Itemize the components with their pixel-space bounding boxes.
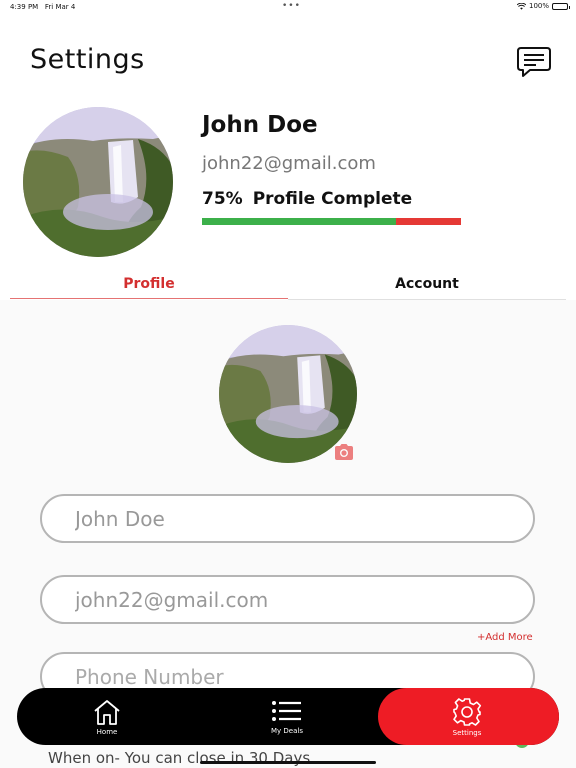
user-email: john22@gmail.com (202, 153, 376, 174)
tabbar-my-deals-label: My Deals (271, 726, 303, 735)
tabbar-settings-label: Settings (452, 728, 482, 737)
tab-profile-indicator (10, 298, 288, 299)
tabbar-home[interactable]: Home (77, 688, 137, 745)
email-field[interactable] (40, 575, 535, 624)
user-name: John Doe (202, 112, 318, 138)
chat-button[interactable] (516, 45, 552, 79)
home-icon (94, 699, 120, 725)
profile-progress-fill (202, 218, 397, 225)
add-more-link[interactable]: +Add More (477, 632, 533, 643)
page-title: Settings (30, 44, 145, 75)
wifi-icon (516, 2, 526, 10)
tab-profile[interactable]: Profile (10, 276, 288, 292)
bottom-tab-bar: Home My Deals Settings (17, 688, 559, 745)
name-field[interactable] (40, 494, 535, 543)
change-photo-button[interactable] (333, 443, 355, 461)
chat-icon (517, 47, 551, 77)
list-icon (272, 700, 301, 721)
multitasking-dots-icon[interactable]: ••• (282, 1, 301, 11)
profile-complete-label: Profile Complete (252, 189, 413, 209)
waterfall-photo (23, 107, 173, 257)
status-bar: 4:39 PM Fri Mar 4 ••• 100% (0, 0, 576, 14)
tabbar-my-deals[interactable]: My Deals (257, 688, 317, 745)
profile-completion: 75% Profile Complete (202, 189, 412, 209)
camera-icon (335, 444, 353, 460)
status-time: 4:39 PM Fri Mar 4 (10, 3, 76, 11)
close-option-label: When on- You can close in 30 Days (48, 749, 311, 767)
battery-percent: 100% (528, 2, 549, 10)
home-indicator[interactable] (200, 761, 376, 764)
status-right: 100% (516, 2, 570, 10)
tab-account[interactable]: Account (288, 276, 566, 292)
profile-avatar[interactable] (23, 107, 173, 257)
gear-icon (453, 697, 482, 726)
tabbar-home-label: Home (96, 727, 118, 736)
profile-percent: 75% (202, 189, 243, 209)
profile-progress-bar (202, 218, 461, 225)
tabbar-settings[interactable]: Settings (437, 688, 497, 745)
battery-icon (552, 2, 570, 10)
